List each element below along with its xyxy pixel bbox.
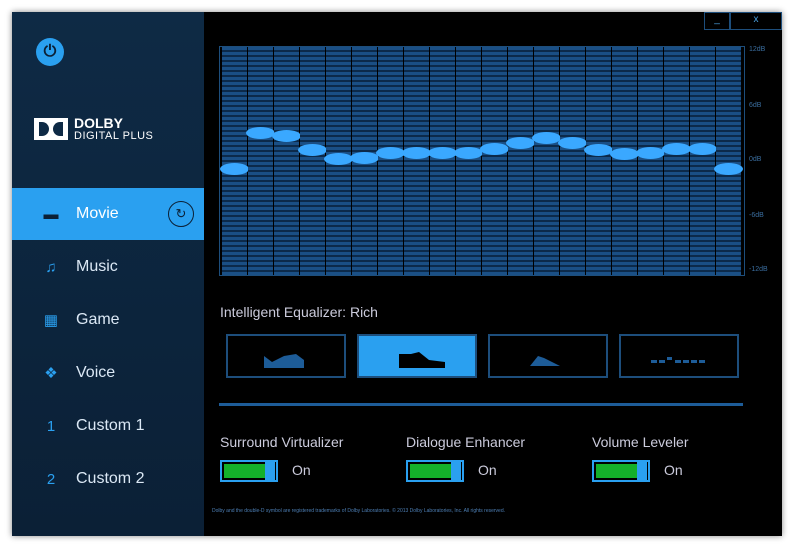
eq-band-handle[interactable] [402,147,431,160]
sidebar-item-label: Game [76,311,120,328]
eq-band-handle[interactable] [506,136,535,149]
feature-dialogue-enhancer: Dialogue Enhancer On [406,434,526,482]
eq-band-handle[interactable] [324,153,353,166]
eq-band-slider[interactable] [350,47,379,275]
feature-toggle[interactable] [592,460,650,482]
eq-band-handle[interactable] [662,142,691,155]
eq-band-handle[interactable] [272,130,301,143]
eq-band-handle[interactable] [350,152,379,165]
sidebar-item-music[interactable]: ♫ Music [12,241,204,293]
power-button[interactable]: ⏻ [36,38,64,66]
eq-label-minus12: -12dB [749,266,768,273]
sidebar-item-voice[interactable]: ❖ Voice [12,347,204,399]
eq-band-slider[interactable] [428,47,457,275]
eq-band-slider[interactable] [454,47,483,275]
eq-band-slider[interactable] [584,47,613,275]
divider [219,403,743,406]
brand-line2: DIGITAL PLUS [74,130,154,142]
eq-band-slider[interactable] [272,47,301,275]
eq-band-slider[interactable] [662,47,691,275]
power-icon: ⏻ [43,43,57,60]
feature-label: Surround Virtualizer [220,434,344,450]
eq-band-slider[interactable] [558,47,587,275]
preset-rich-button[interactable] [357,334,477,378]
eq-label-0: 0dB [749,156,762,163]
dolby-double-d-icon [34,118,68,140]
eq-band-slider[interactable] [376,47,405,275]
feature-toggle[interactable] [220,460,278,482]
eq-band-slider[interactable] [298,47,327,275]
eq-band-slider[interactable] [688,47,717,275]
eq-band-handle[interactable] [298,143,327,156]
voice-icon: ❖ [44,365,58,382]
feature-state: On [664,462,683,478]
eq-band-handle[interactable] [376,147,405,160]
sidebar-item-game[interactable]: ▦ Game [12,294,204,346]
number-2-icon: 2 [46,470,56,488]
focused-eq-icon [530,356,560,366]
eq-band-handle[interactable] [428,147,457,160]
eq-band-handle[interactable] [558,136,587,149]
flat-eq-icon [651,357,705,363]
eq-band-handle[interactable] [584,143,613,156]
eq-band-handle[interactable] [454,147,483,160]
sidebar-item-label: Movie [76,205,119,222]
feature-surround-virtualizer: Surround Virtualizer On [220,434,344,482]
open-eq-icon [264,354,304,368]
sidebar-item-label: Custom 1 [76,417,145,434]
dolby-window: ⏻ DOLBY DIGITAL PLUS ▬ Movie ↻ ♫ Music ▦ Game ❖ V… [12,12,782,536]
eq-band-slider[interactable] [610,47,639,275]
eq-label-6: 6dB [749,102,762,109]
feature-toggle[interactable] [406,460,464,482]
equalizer-graph[interactable] [219,46,745,276]
eq-band-slider[interactable] [246,47,275,275]
sidebar-item-label: Music [76,258,118,275]
sidebar-item-label: Custom 2 [76,470,145,487]
eq-band-handle[interactable] [636,147,665,160]
eq-band-handle[interactable] [714,162,743,175]
eq-band-slider[interactable] [506,47,535,275]
eq-label-12: 12dB [749,46,766,53]
reset-preset-button[interactable]: ↻ [168,201,194,227]
close-button[interactable]: x [730,12,782,30]
intelligent-eq-label: Intelligent Equalizer: Rich [220,304,378,320]
feature-state: On [478,462,497,478]
eq-band-slider[interactable] [324,47,353,275]
rich-eq-icon [399,352,445,368]
eq-band-handle[interactable] [610,148,639,161]
feature-state: On [292,462,311,478]
eq-band-slider[interactable] [636,47,665,275]
eq-band-handle[interactable] [688,142,717,155]
preset-open-button[interactable] [226,334,346,378]
eq-band-handle[interactable] [480,142,509,155]
eq-band-handle[interactable] [220,162,249,175]
sidebar-item-custom-2[interactable]: 2 Custom 2 [12,453,204,505]
sidebar-item-custom-1[interactable]: 1 Custom 1 [12,400,204,452]
sidebar-item-label: Voice [76,364,116,381]
eq-band-slider[interactable] [714,47,743,275]
feature-label: Volume Leveler [592,434,689,450]
copyright-footer: Dolby and the double-D symbol are regist… [212,508,505,514]
film-icon: ▬ [43,205,59,223]
feature-label: Dialogue Enhancer [406,434,526,450]
brand-line1: DOLBY [74,115,123,131]
dolby-logo: DOLBY DIGITAL PLUS [34,116,153,142]
preset-off-button[interactable] [619,334,739,378]
eq-label-minus6: -6dB [749,212,764,219]
eq-band-slider[interactable] [402,47,431,275]
feature-volume-leveler: Volume Leveler On [592,434,689,482]
preset-focused-button[interactable] [488,334,608,378]
eq-band-slider[interactable] [220,47,249,275]
eq-band-handle[interactable] [246,126,275,139]
eq-band-slider[interactable] [480,47,509,275]
gamepad-icon: ▦ [43,312,59,329]
sidebar-item-movie[interactable]: ▬ Movie ↻ [12,188,204,240]
minimize-button[interactable]: _ [704,12,730,30]
eq-band-slider[interactable] [532,47,561,275]
music-note-icon: ♫ [45,258,57,276]
eq-band-handle[interactable] [532,132,561,145]
number-1-icon: 1 [46,417,56,435]
sidebar: ⏻ DOLBY DIGITAL PLUS ▬ Movie ↻ ♫ Music ▦ Game ❖ V… [12,12,204,536]
